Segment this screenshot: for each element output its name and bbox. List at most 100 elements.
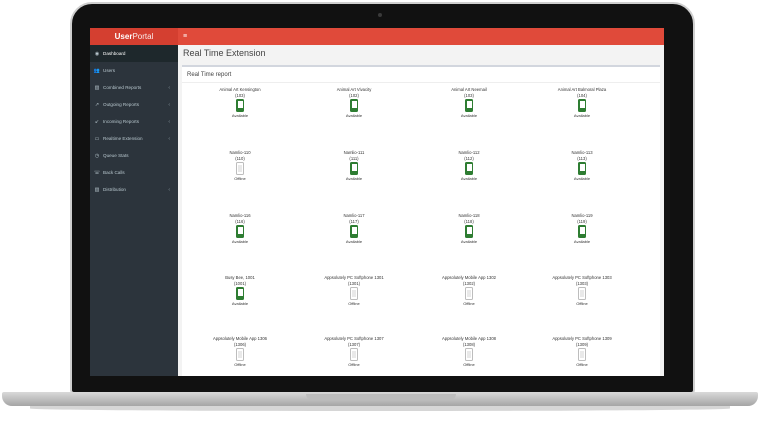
extension-status: Available [345,113,363,118]
brand-name: User [114,32,133,41]
extension-card[interactable]: Namlio-111 (111) Available [299,150,409,181]
phone-online-icon [350,162,358,175]
panel-divider [182,82,660,83]
phone-online-icon [236,99,244,112]
extension-number: (111) [349,156,359,161]
extension-number: (103) [235,93,245,98]
phone-online-icon [350,99,358,112]
sidebar-item-label: Outgoing Reports [103,102,140,107]
sidebar-item[interactable]: ◷ Queue Stats [90,147,178,164]
extension-card[interactable]: Appsolutely PC Softphone 1301 (1301) Offli… [299,275,409,306]
sidebar-item[interactable]: ▭ Realtime Extension ‹ [90,130,178,147]
phone-offline-icon [350,287,358,300]
panel-title: Real Time report [187,72,232,78]
sidebar-item-label: Incoming Reports [103,119,140,124]
extension-number: (117) [349,219,359,224]
extension-card[interactable]: Namlio-112 (112) Available [414,150,524,181]
extension-number: (1307) [347,342,361,347]
laptop-shadow [30,406,730,411]
sidebar-item[interactable]: ◉ Dashboard [90,45,178,62]
phone-online-icon [578,162,586,175]
extension-card[interactable]: Namlio-113 (113) Available [527,150,637,181]
extension-status: Available [573,176,591,181]
extension-status: Available [460,239,478,244]
incoming-icon: ↙ [94,118,100,125]
dashboard-icon: ◉ [94,50,100,57]
chevron-left-icon: ‹ [168,135,170,142]
extension-card[interactable]: Appsolutely Mobile App 1306 (1306) Offline [185,336,295,367]
extension-status: Available [460,176,478,181]
extension-number: (113) [577,156,587,161]
extension-number: (1309) [575,342,589,347]
extension-number: (102) [349,93,359,98]
extension-status: Available [460,113,478,118]
phone-offline-icon [578,287,586,300]
phone-online-icon [465,162,473,175]
sidebar-item[interactable]: ☏ Back Calls [90,164,178,181]
brand-logo[interactable]: UserPortal [90,28,178,45]
extension-card[interactable]: Appsolutely PC Softphone 1307 (1307) Offli… [299,336,409,367]
extension-number: (1302) [462,281,476,286]
extension-number: (118) [464,219,474,224]
extension-card[interactable]: Animal Art Neemail (103) Available [414,87,524,118]
menu-toggle-icon[interactable]: ≡ [183,28,187,45]
sidebar-item[interactable]: ↙ Incoming Reports ‹ [90,113,178,130]
sidebar-item[interactable]: ▥ Combined Reports ‹ [90,79,178,96]
phone-offline-icon [350,348,358,361]
sidebar-item-label: Back Calls [103,170,125,175]
extension-status: Offline [234,176,246,181]
extension-number: (1306) [233,342,247,347]
chevron-left-icon: ‹ [168,84,170,91]
extension-card[interactable]: Namlio-118 (118) Available [414,213,524,244]
chevron-left-icon: ‹ [168,101,170,108]
extension-card[interactable]: Animal Art Balmoral Plaza (104) Available [527,87,637,118]
monitor-icon: ▭ [94,135,100,142]
extension-card[interactable]: Busy Bee, 1001 (1001) Available [185,275,295,306]
extension-card[interactable]: Animal Art Vivacity (102) Available [299,87,409,118]
extension-card[interactable]: Namlio-116 (116) Available [185,213,295,244]
extension-card[interactable]: Appsolutely PC Softphone 1309 (1309) Offli… [527,336,637,367]
extension-number: (112) [464,156,474,161]
bar-chart-icon: ▥ [94,186,100,193]
extension-number: (110) [235,156,245,161]
report-panel: Real Time report Animal Art Kensington (1… [182,65,660,376]
extension-number: (116) [235,219,245,224]
sidebar-item-label: Combined Reports [103,85,142,90]
extension-card[interactable]: Appsolutely Mobile App 1302 (1302) Offline [414,275,524,306]
screen: UserPortal ≡ ◉ Dashboard 👥 Users ▥ Combined R… [90,28,664,376]
phone-online-icon [465,99,473,112]
phone-offline-icon [236,162,244,175]
extension-status: Available [231,113,249,118]
chevron-left-icon: ‹ [168,118,170,125]
extension-number: (1303) [575,281,589,286]
sidebar-item[interactable]: 👥 Users [90,62,178,79]
sidebar-item[interactable]: ▥ Distribution ‹ [90,181,178,198]
extension-number: (1308) [462,342,476,347]
extension-status: Available [345,176,363,181]
top-navbar: UserPortal ≡ [90,28,664,45]
extension-card[interactable]: Appsolutely Mobile App 1308 (1308) Offline [414,336,524,367]
extension-card[interactable]: Animal Art Kensington (103) Available [185,87,295,118]
sidebar-item-label: Dashboard [103,51,126,56]
sidebar-item[interactable]: ↗ Outgoing Reports ‹ [90,96,178,113]
extension-status: Available [573,113,591,118]
extension-status: Offline [576,362,588,367]
clock-icon: ◷ [94,152,100,159]
bar-chart-icon: ▥ [94,84,100,91]
phone-icon: ☏ [93,169,101,176]
phone-online-icon [236,225,244,238]
extension-card[interactable]: Namlio-110 (110) Offline [185,150,295,181]
phone-offline-icon [465,348,473,361]
extension-number: (1001) [233,281,247,286]
extension-card[interactable]: Namlio-117 (117) Available [299,213,409,244]
page-title: Real Time Extension [183,48,266,58]
extension-number: (104) [577,93,587,98]
extension-status: Available [345,239,363,244]
phone-online-icon [350,225,358,238]
extension-card[interactable]: Appsolutely PC Softphone 1303 (1303) Offli… [527,275,637,306]
extension-card[interactable]: Namlio-119 (119) Available [527,213,637,244]
webcam [378,13,382,17]
extension-status: Offline [234,362,246,367]
extension-status: Offline [463,362,475,367]
laptop-notch [306,394,456,400]
